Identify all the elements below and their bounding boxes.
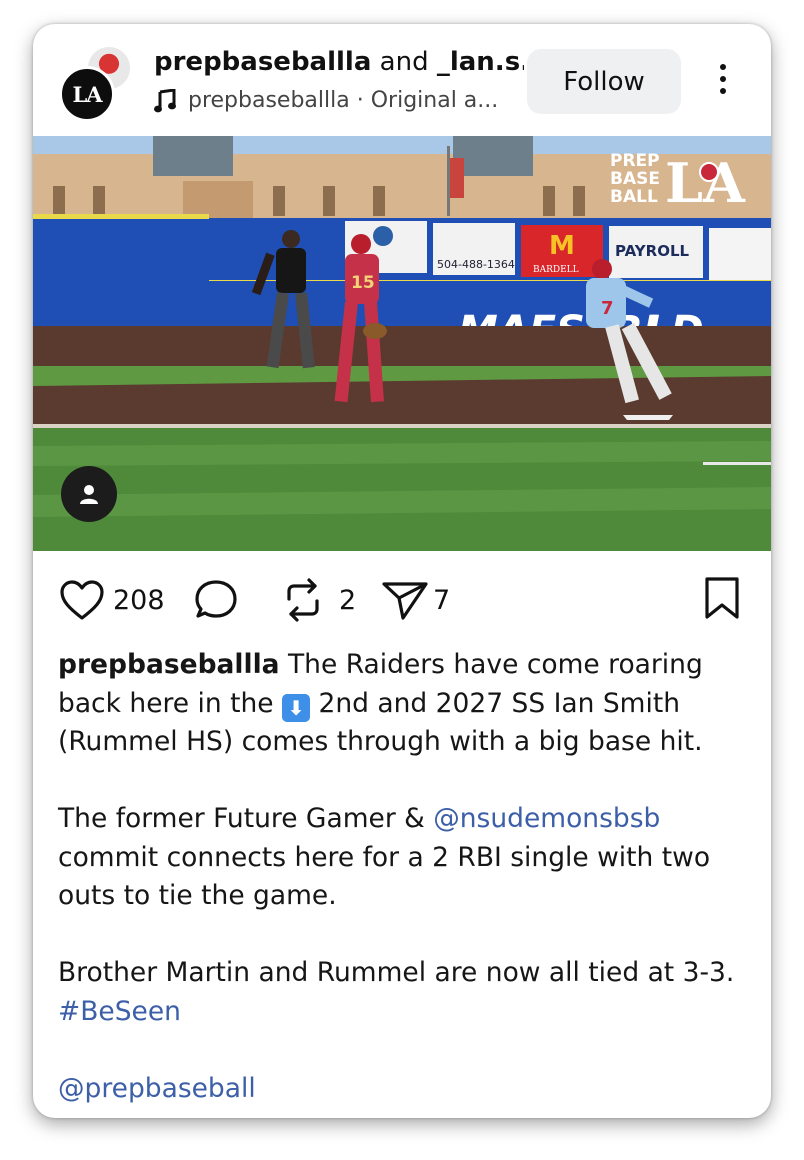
audio-attribution[interactable]: prepbaseballla · Original a... bbox=[154, 88, 534, 113]
person-icon bbox=[80, 485, 98, 504]
banner-phone-text: 504-488-1364 bbox=[437, 258, 515, 271]
more-options-icon[interactable] bbox=[717, 64, 729, 100]
banner-mcd-text: M bbox=[549, 231, 575, 261]
like-count: 208 bbox=[113, 584, 165, 616]
caption-paragraph-2: The former Future Gamer & @nsudemonsbsb … bbox=[58, 800, 758, 916]
post-card: LA prepbaseballla and _lan.s.. prepbaseb… bbox=[33, 24, 771, 1118]
baseball-field-scene: 504-488-1364 M BARDELL PAYROLL MAESTRI L… bbox=[33, 136, 771, 551]
prep-baseball-la-watermark: PREP BASE BALL LA bbox=[610, 151, 746, 215]
caption-paragraph-1: prepbaseballla The Raiders have come roa… bbox=[58, 646, 758, 762]
caption-paragraph-3: Brother Martin and Rummel are now all ti… bbox=[58, 954, 758, 1031]
author-username[interactable]: prepbaseballla bbox=[154, 47, 371, 77]
follow-button[interactable]: Follow bbox=[527, 49, 681, 114]
repost-action[interactable]: 2 bbox=[281, 572, 356, 628]
post-authors: prepbaseballla and _lan.s.. bbox=[154, 47, 524, 77]
like-action[interactable]: 208 bbox=[59, 572, 165, 628]
author-avatar[interactable]: LA bbox=[59, 66, 115, 122]
post-caption: prepbaseballla The Raiders have come roa… bbox=[58, 646, 758, 1118]
caption-text: commit connects here for a 2 RBI single … bbox=[58, 841, 711, 912]
mention-link[interactable]: @nsudemonsbsb bbox=[433, 803, 660, 834]
comment-icon[interactable] bbox=[193, 578, 239, 622]
action-bar: 208 2 7 bbox=[33, 572, 771, 628]
send-icon[interactable] bbox=[381, 578, 429, 622]
comment-action[interactable] bbox=[193, 572, 239, 628]
down-arrow-emoji: ⬇ bbox=[282, 693, 311, 722]
author-connector: and bbox=[379, 47, 429, 77]
runner-number: 7 bbox=[601, 298, 614, 319]
mention-link[interactable]: @prepbaseball bbox=[58, 1073, 256, 1104]
hashtag-link[interactable]: #BeSeen bbox=[58, 996, 181, 1027]
bookmark-icon[interactable] bbox=[703, 576, 741, 620]
svg-text:BALL: BALL bbox=[610, 187, 658, 207]
banner-payroll-text: PAYROLL bbox=[615, 242, 690, 260]
svg-text:BASE: BASE bbox=[610, 169, 660, 189]
caption-text: The former Future Gamer & bbox=[58, 803, 434, 834]
repost-icon[interactable] bbox=[281, 577, 325, 623]
caption-username[interactable]: prepbaseballla bbox=[58, 649, 280, 680]
heart-icon[interactable] bbox=[59, 579, 105, 621]
svg-text:PREP: PREP bbox=[610, 151, 660, 171]
music-note-icon bbox=[154, 88, 176, 112]
post-video[interactable]: 504-488-1364 M BARDELL PAYROLL MAESTRI L… bbox=[33, 136, 771, 551]
svg-text:LA: LA bbox=[665, 151, 746, 215]
caption-text: Brother Martin and Rummel are now all ti… bbox=[58, 957, 735, 988]
coauthor-username[interactable]: _lan.s.. bbox=[437, 47, 524, 77]
banner-bardell-text: BARDELL bbox=[533, 265, 579, 275]
author-avatars[interactable]: LA bbox=[59, 42, 141, 124]
repost-count: 2 bbox=[339, 584, 357, 616]
audio-label: prepbaseballla · Original a... bbox=[188, 88, 499, 113]
share-count: 7 bbox=[433, 584, 451, 616]
caption-paragraph-4: @prepbaseball bbox=[58, 1070, 758, 1109]
red-player-number: 15 bbox=[351, 273, 375, 293]
avatar-logo-text: LA bbox=[72, 81, 102, 107]
share-action[interactable]: 7 bbox=[381, 572, 450, 628]
tagged-users-button[interactable] bbox=[61, 466, 117, 522]
